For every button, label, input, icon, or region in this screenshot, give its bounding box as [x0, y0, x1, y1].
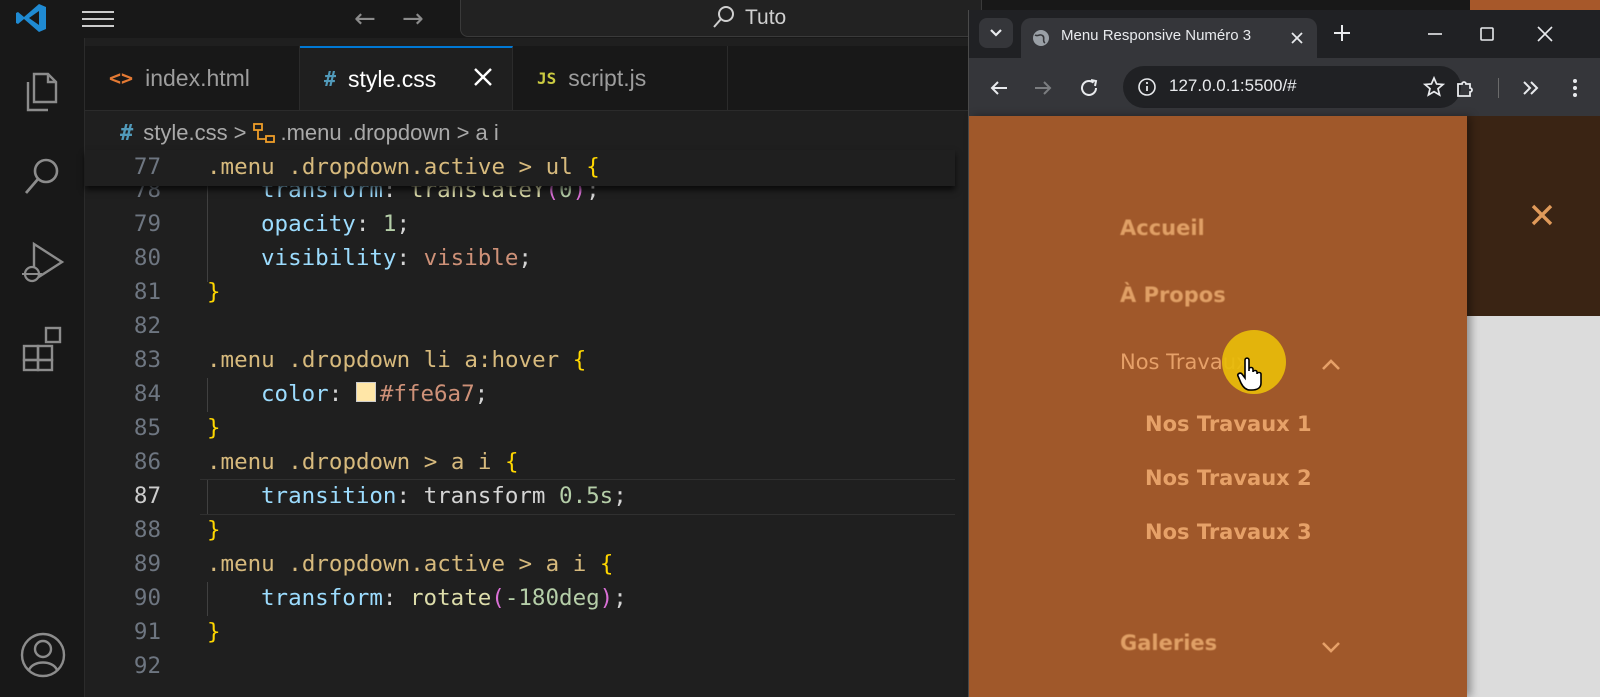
chevron-down-icon — [990, 29, 1002, 37]
explorer-icon[interactable] — [18, 66, 68, 116]
code-line: 83 .menu .dropdown li a:hover { — [133, 347, 587, 373]
close-icon[interactable] — [1527, 200, 1557, 230]
browser-tab[interactable]: Menu Responsive Numéro 3 — [1021, 18, 1317, 58]
breadcrumb-separator: > — [233, 120, 247, 145]
globe-icon — [1033, 30, 1049, 46]
extensions-icon[interactable] — [18, 324, 68, 374]
command-center[interactable]: Tuto — [460, 0, 982, 37]
tab-index-html[interactable]: <> index.html — [85, 46, 300, 110]
back-arrow-icon[interactable] — [987, 76, 1011, 100]
code-line: 88} — [133, 517, 221, 543]
close-icon[interactable] — [1535, 24, 1555, 44]
plus-icon[interactable] — [1329, 20, 1355, 46]
activity-bar — [0, 38, 85, 697]
tab-script-js[interactable]: JS script.js — [513, 46, 728, 110]
kebab-icon[interactable] — [1563, 76, 1587, 100]
url-text: 127.0.0.1:5500/# — [1169, 76, 1297, 95]
css-file-icon: # — [120, 120, 134, 146]
menu-item-galeries[interactable]: Galeries — [1120, 631, 1217, 655]
account-icon[interactable] — [18, 630, 68, 680]
search-icon — [713, 6, 734, 28]
js-file-icon: JS — [537, 68, 557, 88]
code-editor[interactable]: 78 transform: translateY(0); 79 opacity: 1… — [85, 150, 955, 697]
overflow-icon[interactable] — [1519, 76, 1543, 100]
breadcrumb-symbol[interactable]: .menu .dropdown > a i — [280, 120, 498, 146]
run-debug-icon[interactable] — [18, 238, 68, 288]
submenu-item[interactable]: Nos Travaux 3 — [1145, 520, 1312, 544]
background-strip — [1470, 0, 1600, 10]
tab-style-css[interactable]: # style.css — [300, 46, 513, 110]
chevron-up-icon[interactable] — [1320, 358, 1342, 372]
hand-cursor-icon — [1237, 357, 1262, 391]
toolbar-divider — [1498, 78, 1499, 98]
puzzle-icon[interactable] — [1453, 76, 1477, 100]
close-icon[interactable] — [468, 62, 498, 92]
code-line: 80 visibility: visible; — [133, 245, 532, 271]
current-line-highlight — [200, 479, 955, 515]
breadcrumb: # style.css > .menu .dropdown > a i — [120, 118, 499, 148]
maximize-icon[interactable] — [1477, 24, 1497, 44]
minimize-icon[interactable] — [1425, 24, 1445, 44]
chevron-down-icon[interactable] — [1320, 640, 1342, 654]
menu-item-a-propos[interactable]: À Propos — [1120, 283, 1226, 307]
browser-tab-title: Menu Responsive Numéro 3 — [1061, 27, 1252, 44]
tab-label: index.html — [145, 64, 250, 91]
forward-arrow-icon[interactable] — [1031, 76, 1055, 100]
tab-label: style.css — [348, 65, 437, 92]
browser-tab-strip: Menu Responsive Numéro 3 — [969, 10, 1600, 58]
code-line: 82 — [133, 313, 161, 339]
code-line: 77 .menu .dropdown.active > ul { — [133, 154, 600, 180]
vscode-logo-icon — [16, 4, 46, 32]
search-icon[interactable] — [18, 152, 68, 202]
command-center-label: Tuto — [745, 6, 787, 29]
close-icon[interactable] — [1287, 28, 1307, 48]
code-line: 81} — [133, 279, 221, 305]
tab-label: script.js — [568, 64, 647, 91]
address-bar[interactable]: 127.0.0.1:5500/# — [1123, 66, 1461, 108]
back-arrow-icon[interactable]: ← — [354, 4, 376, 34]
submenu-item[interactable]: Nos Travaux 1 — [1145, 412, 1312, 436]
reload-icon[interactable] — [1077, 76, 1101, 100]
code-line: 91} — [133, 619, 221, 645]
color-swatch[interactable] — [355, 382, 376, 402]
code-line: 79 opacity: 1; — [133, 211, 411, 237]
code-line: 85} — [133, 415, 221, 441]
code-line: 90 transform: rotate(-180deg); — [133, 585, 627, 611]
symbol-structure-icon — [253, 123, 276, 143]
code-line: 89 .menu .dropdown.active > a i { — [133, 551, 614, 577]
html-file-icon: <> — [109, 66, 134, 90]
star-icon[interactable] — [1423, 76, 1445, 98]
sticky-scroll-header[interactable]: 77 .menu .dropdown.active > ul { — [85, 150, 955, 186]
browser-toolbar: 127.0.0.1:5500/# — [969, 58, 1600, 116]
page-viewport: Accueil À Propos Nos Travaux Nos Travaux… — [969, 116, 1600, 697]
breadcrumb-file[interactable]: style.css — [143, 120, 227, 146]
mobile-menu: Accueil À Propos Nos Travaux Nos Travaux… — [969, 116, 1467, 697]
code-line: 84 color: #ffe6a7; — [133, 381, 489, 407]
css-file-icon: # — [324, 67, 337, 91]
info-icon[interactable] — [1137, 77, 1157, 97]
menu-item-accueil[interactable]: Accueil — [1120, 216, 1205, 240]
forward-arrow-icon[interactable]: → — [402, 4, 424, 34]
code-line: 86 .menu .dropdown > a i { — [133, 449, 519, 475]
tab-search-button[interactable] — [979, 18, 1013, 48]
hamburger-icon[interactable] — [82, 6, 114, 30]
code-line: 92 — [133, 653, 161, 679]
submenu-item[interactable]: Nos Travaux 2 — [1145, 466, 1312, 490]
